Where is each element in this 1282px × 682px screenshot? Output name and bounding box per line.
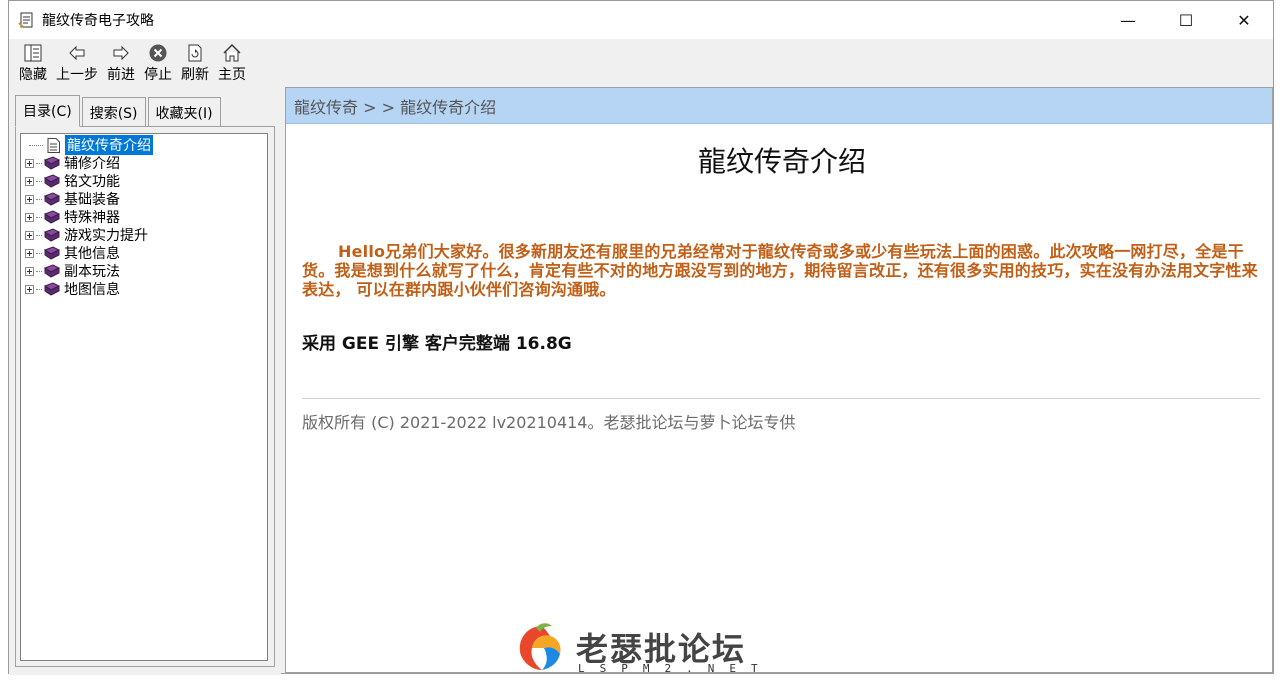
tree-item-label: 铭文功能 [64, 174, 120, 190]
tree-item-label: 副本玩法 [64, 264, 120, 280]
toolbar: 隐藏 上一步 前进 停止 刷新 主页 [9, 39, 1273, 87]
expand-plus-icon[interactable] [25, 176, 34, 186]
stop-label: 停止 [144, 67, 172, 83]
home-button[interactable]: 主页 [214, 39, 250, 85]
book-icon [44, 246, 60, 260]
tree-connector [36, 162, 42, 164]
arrow-right-icon [110, 42, 132, 64]
title-bar[interactable]: 龍纹传奇电子攻略 — ☐ ✕ [9, 1, 1273, 39]
window-title: 龍纹传奇电子攻略 [42, 13, 154, 29]
hide-button[interactable]: 隐藏 [15, 39, 51, 85]
tree-connector [36, 198, 42, 200]
home-icon [221, 42, 243, 64]
refresh-icon [184, 42, 206, 64]
tree-item-label: 特殊神器 [64, 210, 120, 226]
engine-info: 采用 GEE 引擎 客户完整端 16.8G [302, 334, 572, 354]
nav-tabs: 目录(C) 搜索(S) 收藏夹(I) [15, 95, 223, 127]
tree-connector [36, 234, 42, 236]
forward-label: 前进 [107, 67, 135, 83]
tree-item-label: 其他信息 [64, 246, 120, 262]
tree-item-label: 龍纹传奇介绍 [65, 135, 153, 155]
refresh-label: 刷新 [181, 67, 209, 83]
back-button[interactable]: 上一步 [52, 39, 102, 85]
book-icon [44, 228, 60, 242]
breadcrumb: 龍纹传奇 > > 龍纹传奇介绍 [286, 88, 1272, 124]
book-icon [44, 174, 60, 188]
expand-plus-icon[interactable] [25, 266, 34, 276]
tree-item-book[interactable]: 辅修介绍 [21, 154, 267, 172]
home-label: 主页 [218, 67, 246, 83]
tab-search[interactable]: 搜索(S) [81, 97, 146, 127]
watermark-subtext: LSPM2.NET [578, 662, 773, 675]
tree-item-book[interactable]: 地图信息 [21, 280, 267, 298]
contents-tree[interactable]: 龍纹传奇介绍 辅修介绍 铭文功能 基础装备 特殊神器 游戏实力提升 其他信息 副… [20, 133, 268, 661]
tree-item-label: 辅修介绍 [64, 156, 120, 172]
tree-item-label: 游戏实力提升 [64, 228, 148, 244]
help-document-icon [18, 12, 33, 28]
tree-item-book[interactable]: 其他信息 [21, 244, 267, 262]
page-title: 龍纹传奇介绍 [697, 145, 866, 178]
refresh-button[interactable]: 刷新 [177, 39, 213, 85]
expand-plus-icon[interactable] [25, 212, 34, 222]
tree-item-book[interactable]: 副本玩法 [21, 262, 267, 280]
page-icon [47, 137, 60, 153]
tree-connector [36, 270, 42, 272]
tree-connector [36, 180, 42, 182]
article: 龍纹传奇介绍 Hello兄弟们大家好。很多新朋友还有服里的兄弟经常对于龍纹传奇或… [302, 124, 1262, 433]
expand-plus-icon[interactable] [25, 194, 34, 204]
stop-button[interactable]: 停止 [140, 39, 176, 85]
expand-plus-icon[interactable] [25, 284, 34, 294]
arrow-left-icon [66, 42, 88, 64]
book-icon [44, 210, 60, 224]
book-icon [44, 264, 60, 278]
tree-item-book[interactable]: 基础装备 [21, 190, 267, 208]
expand-plus-icon[interactable] [25, 230, 34, 240]
copyright-text: 版权所有 (C) 2021-2022 lv20210414。老瑟批论坛与萝卜论坛… [302, 413, 796, 432]
content-pane: 龍纹传奇 > > 龍纹传奇介绍 龍纹传奇介绍 Hello兄弟们大家好。很多新朋友… [285, 87, 1273, 673]
background-window-edge [1275, 0, 1282, 682]
tree-item-label: 地图信息 [64, 282, 120, 298]
tree-item-book[interactable]: 铭文功能 [21, 172, 267, 190]
maximize-button[interactable]: ☐ [1157, 1, 1215, 39]
book-icon [44, 282, 60, 296]
hide-label: 隐藏 [19, 67, 47, 83]
tree-item-book[interactable]: 游戏实力提升 [21, 226, 267, 244]
tree-connector [36, 252, 42, 254]
expand-plus-icon[interactable] [25, 248, 34, 258]
intro-paragraph: Hello兄弟们大家好。很多新朋友还有服里的兄弟经常对于龍纹传奇或多或少有些玩法… [302, 242, 1258, 299]
tree-item-intro[interactable]: 龍纹传奇介绍 [21, 135, 267, 155]
book-icon [44, 156, 60, 170]
help-window: 龍纹传奇电子攻略 — ☐ ✕ 隐藏 上一步 前进 停止 刷新 主页 目录(C) … [8, 0, 1274, 675]
navigation-pane: 目录(C) 搜索(S) 收藏夹(I) 龍纹传奇介绍 辅修介绍 铭文功能 基础装备… [9, 87, 281, 675]
tab-contents[interactable]: 目录(C) [15, 95, 80, 127]
back-label: 上一步 [56, 67, 98, 83]
minimize-button[interactable]: — [1099, 1, 1157, 39]
close-button[interactable]: ✕ [1215, 1, 1273, 39]
window-controls: — ☐ ✕ [1099, 1, 1273, 39]
watermark-logo: 老瑟批论坛 LSPM2.NET [512, 618, 768, 680]
tab-favorites[interactable]: 收藏夹(I) [147, 97, 221, 127]
hide-pane-icon [22, 42, 44, 64]
book-icon [44, 192, 60, 206]
tree-connector [29, 144, 43, 146]
contents-panel: 龍纹传奇介绍 辅修介绍 铭文功能 基础装备 特殊神器 游戏实力提升 其他信息 副… [15, 126, 275, 667]
tree-item-book[interactable]: 特殊神器 [21, 208, 267, 226]
watermark-swirl-icon [519, 623, 561, 670]
expand-plus-icon[interactable] [25, 158, 34, 168]
tree-connector [36, 288, 42, 290]
stop-icon [147, 42, 169, 64]
forward-button[interactable]: 前进 [103, 39, 139, 85]
divider [302, 398, 1260, 399]
tree-item-label: 基础装备 [64, 192, 120, 208]
tree-connector [36, 216, 42, 218]
